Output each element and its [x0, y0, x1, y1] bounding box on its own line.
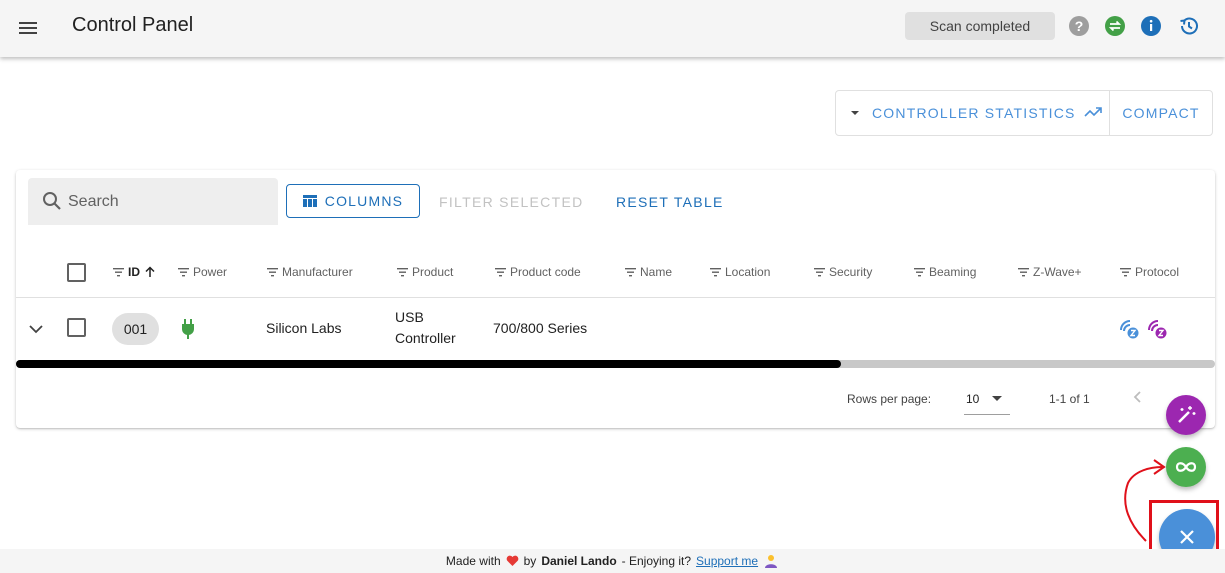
view-toggle-group: CONTROLLER STATISTICS COMPACT: [835, 90, 1213, 136]
rows-per-page-label: Rows per page:: [847, 392, 932, 406]
controller-statistics-label: CONTROLLER STATISTICS: [872, 105, 1076, 121]
zwave-icon: [1120, 320, 1139, 339]
filter-icon: [914, 267, 925, 276]
column-header-label: ID: [128, 265, 140, 279]
footer-by: by: [523, 554, 537, 568]
filter-selected-button[interactable]: FILTER SELECTED: [439, 194, 584, 210]
search-placeholder: Search: [68, 193, 119, 210]
support-me-link[interactable]: Support me: [696, 554, 758, 568]
columns-button[interactable]: COLUMNS: [286, 184, 420, 218]
magic-wand-fab[interactable]: [1166, 395, 1206, 435]
menu-icon[interactable]: [14, 14, 42, 42]
footer: Made with by Daniel Lando - Enjoying it?…: [0, 549, 1225, 573]
person-emoji-icon: [765, 555, 778, 568]
column-header-protocol[interactable]: Protocol: [1120, 265, 1179, 279]
column-header-name[interactable]: Name: [625, 265, 672, 279]
column-header-power[interactable]: Power: [178, 265, 227, 279]
columns-icon: [302, 195, 317, 207]
dropdown-arrow-icon: [851, 111, 859, 115]
column-header-id[interactable]: ID: [113, 265, 156, 279]
history-icon[interactable]: [1178, 15, 1200, 37]
manufacturer-cell: Silicon Labs: [266, 320, 342, 336]
search-icon: [43, 192, 61, 210]
select-all-checkbox[interactable]: [67, 263, 86, 282]
page-title: Control Panel: [72, 14, 194, 36]
columns-label: COLUMNS: [324, 193, 404, 209]
sort-ascending-icon: [145, 266, 155, 277]
rows-per-page-value: 10: [966, 392, 980, 406]
product-line: Controller: [395, 330, 456, 346]
column-header-product[interactable]: Product: [397, 265, 453, 279]
svg-text:?: ?: [1075, 18, 1084, 34]
help-icon[interactable]: ?: [1068, 15, 1090, 37]
column-header-label: Protocol: [1135, 265, 1180, 279]
filter-icon: [397, 267, 408, 276]
column-header-label: Power: [193, 265, 228, 279]
previous-page-icon[interactable]: [1130, 388, 1146, 406]
chart-trend-icon: [1084, 107, 1102, 117]
column-header-label: Security: [829, 265, 873, 279]
filter-icon: [710, 267, 721, 276]
header-divider: [16, 297, 1215, 298]
product-cell: USB Controller: [395, 307, 456, 349]
product-line: USB: [395, 309, 424, 325]
column-header-label: Beaming: [929, 265, 977, 279]
sync-icon[interactable]: [1104, 15, 1126, 37]
footer-made-with: Made with: [445, 554, 501, 568]
infinity-icon: [1175, 462, 1197, 472]
filter-icon: [1018, 267, 1029, 276]
filter-icon: [495, 267, 506, 276]
column-header-label: Name: [640, 265, 673, 279]
node-id-chip: 001: [112, 313, 159, 345]
column-header-label: Manufacturer: [282, 265, 353, 279]
horizontal-scrollbar-thumb[interactable]: [16, 360, 841, 368]
column-header-label: Product code: [510, 265, 581, 279]
filter-icon: [625, 267, 636, 276]
pagination-range: 1-1 of 1: [1049, 392, 1090, 406]
rows-per-page-select[interactable]: 10: [964, 385, 1010, 415]
search-input[interactable]: Search: [28, 178, 278, 225]
heart-icon: [506, 555, 518, 566]
row-select-checkbox[interactable]: [67, 318, 86, 337]
controller-statistics-button[interactable]: CONTROLLER STATISTICS: [836, 91, 1110, 135]
scan-status-chip: Scan completed: [905, 12, 1055, 40]
column-header-security[interactable]: Security: [814, 265, 872, 279]
filter-icon: [1120, 267, 1131, 276]
filter-icon: [113, 267, 124, 276]
reset-table-button[interactable]: RESET TABLE: [616, 194, 724, 210]
dropdown-arrow-icon: [992, 396, 1002, 401]
expand-row-icon[interactable]: [28, 321, 44, 337]
footer-enjoying: - Enjoying it?: [621, 554, 692, 568]
column-header-zwave-plus[interactable]: Z-Wave+: [1018, 265, 1082, 279]
column-header-beaming[interactable]: Beaming: [914, 265, 976, 279]
column-header-manufacturer[interactable]: Manufacturer: [267, 265, 353, 279]
info-icon[interactable]: [1140, 15, 1162, 37]
product-code-cell: 700/800 Series: [493, 320, 588, 336]
column-header-label: Z-Wave+: [1033, 265, 1082, 279]
filter-icon: [178, 267, 189, 276]
column-header-label: Product: [412, 265, 454, 279]
filter-icon: [267, 267, 278, 276]
compact-button[interactable]: COMPACT: [1110, 91, 1212, 135]
infinity-fab[interactable]: [1166, 447, 1206, 487]
magic-wand-icon: [1178, 406, 1196, 423]
filter-icon: [814, 267, 825, 276]
column-header-location[interactable]: Location: [710, 265, 770, 279]
zwave-lr-icon: [1148, 320, 1167, 339]
app-bar: Control Panel Scan completed ?: [0, 0, 1225, 57]
plug-icon: [182, 319, 194, 339]
column-header-label: Location: [725, 265, 771, 279]
footer-author: Daniel Lando: [541, 554, 617, 568]
devices-table-card: Search COLUMNS FILTER SELECTED RESET TAB…: [16, 170, 1215, 428]
column-header-product-code[interactable]: Product code: [495, 265, 581, 279]
